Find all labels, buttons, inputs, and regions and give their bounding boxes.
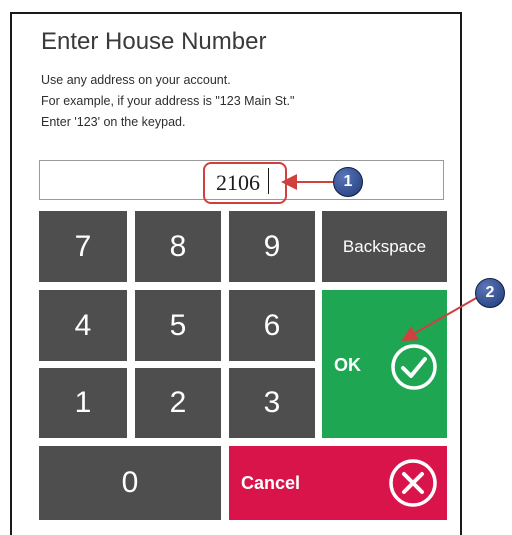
callout-2-arrow	[401, 296, 479, 341]
callout-badge-1: 1	[333, 167, 363, 197]
callout-badge-2: 2	[475, 278, 505, 308]
annotation-arrows	[281, 174, 479, 341]
